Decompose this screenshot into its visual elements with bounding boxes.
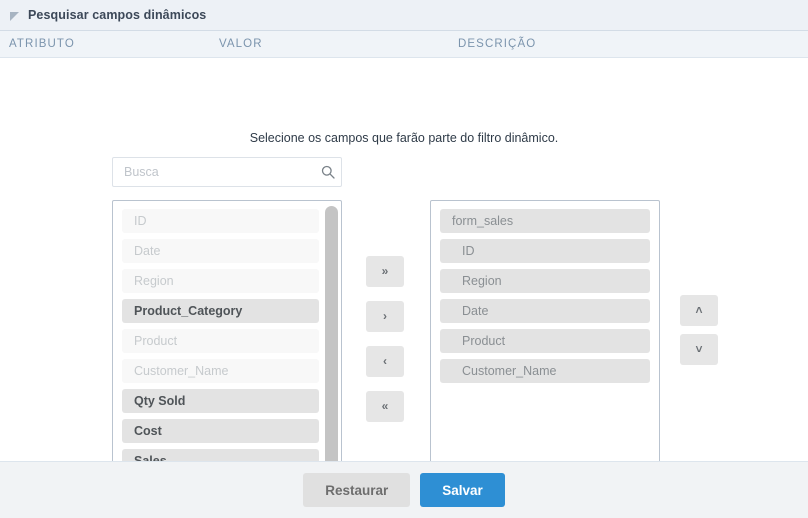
move-all-right-button[interactable]: » bbox=[366, 256, 404, 287]
move-up-button[interactable]: ˄ bbox=[680, 295, 718, 326]
scrollbar-thumb[interactable] bbox=[325, 206, 338, 461]
restore-button[interactable]: Restaurar bbox=[303, 473, 411, 507]
column-header-descricao: DESCRIÇÃO bbox=[458, 38, 537, 50]
list-item[interactable]: Product bbox=[440, 329, 650, 353]
move-down-icon: ˅ bbox=[695, 342, 703, 356]
move-left-button[interactable]: ‹ bbox=[366, 346, 404, 377]
list-item[interactable]: Region bbox=[122, 269, 319, 293]
column-header-atributo: ATRIBUTO bbox=[9, 38, 75, 50]
available-fields-list[interactable]: ID Date Region Product_Category Product Custo… bbox=[122, 209, 319, 461]
collapse-triangle-icon[interactable] bbox=[10, 11, 19, 21]
move-all-left-button[interactable]: « bbox=[366, 391, 404, 422]
move-all-right-icon: » bbox=[381, 264, 389, 278]
instruction-text: Selecione os campos que farão parte do f… bbox=[249, 131, 559, 145]
transfer-button-group: » › ‹ « bbox=[366, 256, 404, 422]
column-header-bar: ATRIBUTO VALOR DESCRIÇÃO bbox=[0, 31, 808, 58]
list-item[interactable]: Product bbox=[122, 329, 319, 353]
move-up-icon: ˄ bbox=[695, 303, 703, 317]
list-item[interactable]: Cost bbox=[122, 419, 319, 443]
list-item[interactable]: Date bbox=[122, 239, 319, 263]
dialog-titlebar: Pesquisar campos dinâmicos bbox=[0, 0, 808, 31]
search-input[interactable] bbox=[113, 158, 315, 186]
list-item[interactable]: Region bbox=[440, 269, 650, 293]
move-right-icon: › bbox=[383, 309, 387, 323]
available-fields-panel: ID Date Region Product_Category Product Custo… bbox=[112, 200, 342, 461]
list-item[interactable]: ID bbox=[122, 209, 319, 233]
list-item[interactable]: Product_Category bbox=[122, 299, 319, 323]
column-header-valor: VALOR bbox=[219, 38, 263, 50]
list-item[interactable]: Date bbox=[440, 299, 650, 323]
search-icon[interactable] bbox=[315, 159, 341, 185]
dialog-content: Selecione os campos que farão parte do f… bbox=[0, 58, 808, 462]
list-item[interactable]: Customer_Name bbox=[122, 359, 319, 383]
list-item[interactable]: Qty Sold bbox=[122, 389, 319, 413]
dialog-footer: Restaurar Salvar bbox=[0, 462, 808, 518]
dynamic-fields-dialog: Pesquisar campos dinâmicos ATRIBUTO VALO… bbox=[0, 0, 808, 518]
available-list-scrollbar[interactable] bbox=[325, 204, 338, 461]
page-title: Pesquisar campos dinâmicos bbox=[28, 8, 207, 22]
move-left-icon: ‹ bbox=[383, 354, 387, 368]
move-down-button[interactable]: ˅ bbox=[680, 334, 718, 365]
reorder-button-group: ˄ ˅ bbox=[680, 295, 718, 365]
move-right-button[interactable]: › bbox=[366, 301, 404, 332]
selected-fields-panel: form_sales ID Region Date Product Customer_Na… bbox=[430, 200, 660, 461]
list-item[interactable]: form_sales bbox=[440, 209, 650, 233]
list-item[interactable]: Sales bbox=[122, 449, 319, 461]
list-item[interactable]: ID bbox=[440, 239, 650, 263]
search-box[interactable] bbox=[112, 157, 342, 187]
list-item[interactable]: Customer_Name bbox=[440, 359, 650, 383]
selected-fields-list[interactable]: form_sales ID Region Date Product Customer_Na… bbox=[440, 209, 650, 461]
save-button[interactable]: Salvar bbox=[420, 473, 505, 507]
move-all-left-icon: « bbox=[381, 399, 389, 413]
